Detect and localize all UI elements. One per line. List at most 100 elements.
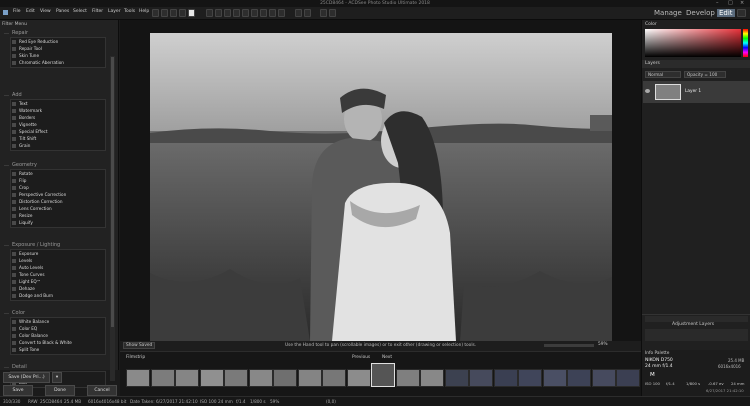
filter-item[interactable]: Chromatic Aberration bbox=[12, 60, 64, 65]
adjustment-layers-icons[interactable] bbox=[645, 329, 748, 341]
visibility-eye-icon[interactable] bbox=[645, 89, 650, 93]
undo-icon[interactable] bbox=[320, 9, 327, 17]
save-button[interactable]: Save bbox=[3, 385, 33, 396]
redo-icon[interactable] bbox=[329, 9, 336, 17]
menu-edit[interactable]: Edit bbox=[26, 9, 35, 14]
menu-panes[interactable]: Panes bbox=[56, 9, 69, 14]
filter-item[interactable]: Auto Levels bbox=[12, 265, 43, 270]
filter-item[interactable]: Flip bbox=[12, 178, 26, 183]
color-picker-field[interactable] bbox=[645, 29, 741, 57]
filter-item[interactable]: White Balance bbox=[12, 319, 49, 324]
filmstrip-thumbnail[interactable] bbox=[616, 369, 640, 387]
filter-item[interactable]: Exposure bbox=[12, 251, 38, 256]
color-swatch-icon[interactable] bbox=[188, 9, 195, 17]
move-tool-icon[interactable] bbox=[152, 9, 159, 17]
filter-item[interactable]: Liquify bbox=[12, 220, 33, 225]
category-5-label[interactable]: Detail bbox=[12, 364, 27, 370]
category-4-label[interactable]: Color bbox=[12, 310, 25, 316]
maximize-button[interactable]: □ bbox=[728, 0, 733, 7]
edited-photo[interactable] bbox=[150, 33, 612, 341]
rotate-tool-icon[interactable] bbox=[251, 9, 258, 17]
filter-item[interactable]: Tilt Shift bbox=[12, 136, 36, 141]
filter-item[interactable]: Resize bbox=[12, 213, 32, 218]
filmstrip-thumbnail[interactable] bbox=[199, 369, 224, 387]
filter-item[interactable]: Red Eye Reduction bbox=[12, 39, 58, 44]
filter-item[interactable]: Dodge and Burn bbox=[12, 293, 53, 298]
selection-tool-icon[interactable] bbox=[179, 9, 186, 17]
category-0-label[interactable]: Repair bbox=[12, 30, 28, 36]
magic-wand-icon[interactable] bbox=[170, 9, 177, 17]
filmstrip-thumbnail[interactable] bbox=[273, 369, 297, 387]
filter-item[interactable]: Vignette bbox=[12, 122, 37, 127]
text-tool-icon[interactable] bbox=[233, 9, 240, 17]
filmstrip-thumbnail[interactable] bbox=[567, 369, 591, 387]
show-saved-button[interactable]: Show Saved bbox=[123, 342, 156, 349]
filter-item[interactable]: Skin Tune bbox=[12, 53, 39, 58]
filmstrip-thumbnail[interactable] bbox=[346, 369, 371, 387]
zoom-tool-icon[interactable] bbox=[206, 9, 213, 17]
gradient-tool-icon[interactable] bbox=[260, 9, 267, 17]
tab-edit[interactable]: Edit bbox=[717, 9, 735, 17]
filmstrip-thumbnail[interactable] bbox=[150, 369, 175, 387]
zoom-slider[interactable] bbox=[544, 344, 594, 347]
category-3-label[interactable]: Exposure / Lighting bbox=[12, 242, 60, 248]
filmstrip-thumbnail[interactable] bbox=[518, 369, 542, 387]
filter-item[interactable]: Distortion Correction bbox=[12, 199, 63, 204]
filter-item[interactable]: Levels bbox=[12, 258, 32, 263]
menu-tools[interactable]: Tools bbox=[124, 9, 135, 14]
menu-filter[interactable]: Filter bbox=[92, 9, 103, 14]
filter-item[interactable]: Lens Correction bbox=[12, 206, 52, 211]
filter-item[interactable]: Split Tone bbox=[12, 347, 39, 352]
opacity-field[interactable]: Opacity = 100 bbox=[684, 71, 726, 78]
filmstrip-thumbnail[interactable] bbox=[542, 369, 567, 387]
filter-item[interactable]: Watermark bbox=[12, 108, 42, 113]
menu-select[interactable]: Select bbox=[73, 9, 87, 14]
hue-slider[interactable] bbox=[743, 29, 748, 57]
filmstrip-thumbnail[interactable] bbox=[420, 369, 444, 387]
shape-tool-icon[interactable] bbox=[269, 9, 276, 17]
filter-item[interactable]: Perspective Correction bbox=[12, 192, 66, 197]
filter-item[interactable]: Light EQ™ bbox=[12, 279, 41, 284]
crop-tool-icon[interactable] bbox=[242, 9, 249, 17]
menu-file[interactable]: File bbox=[13, 9, 21, 14]
tab-manage[interactable]: Manage bbox=[654, 9, 682, 17]
category-2-label[interactable]: Geometry bbox=[12, 162, 37, 168]
filter-item[interactable]: Color Balance bbox=[12, 333, 48, 338]
close-button[interactable]: × bbox=[740, 0, 744, 7]
filmstrip-thumbnail[interactable] bbox=[371, 363, 395, 387]
brush-tool-icon[interactable] bbox=[215, 9, 222, 17]
filmstrip-thumbnail[interactable] bbox=[469, 369, 493, 387]
tab-develop[interactable]: Develop bbox=[686, 9, 715, 17]
filmstrip-next-button[interactable]: Next bbox=[382, 355, 392, 360]
layer-tool-icon[interactable] bbox=[295, 9, 302, 17]
filter-item[interactable]: Grain bbox=[12, 143, 30, 148]
clone-tool-icon[interactable] bbox=[278, 9, 285, 17]
minimize-button[interactable]: – bbox=[716, 0, 719, 7]
filmstrip-thumbnail[interactable] bbox=[444, 369, 469, 387]
filter-item[interactable]: Dehaze bbox=[12, 286, 35, 291]
cancel-button[interactable]: Cancel bbox=[87, 385, 117, 396]
filmstrip-thumbnail[interactable] bbox=[591, 369, 616, 387]
filmstrip-thumbnail[interactable] bbox=[322, 369, 346, 387]
filter-item[interactable]: Convert to Black & White bbox=[12, 340, 72, 345]
done-button[interactable]: Done bbox=[45, 385, 75, 396]
save-dropdown-button[interactable]: ▾ bbox=[52, 372, 62, 383]
filmstrip-thumbnail[interactable] bbox=[175, 369, 199, 387]
filter-item[interactable]: Crop bbox=[12, 185, 29, 190]
filter-tool-icon[interactable] bbox=[304, 9, 311, 17]
filter-item[interactable]: Borders bbox=[12, 115, 35, 120]
filter-item[interactable]: Special Effect bbox=[12, 129, 47, 134]
hand-tool-icon[interactable] bbox=[161, 9, 168, 17]
menu-help[interactable]: Help bbox=[139, 9, 149, 14]
filmstrip-thumbnail[interactable] bbox=[395, 369, 420, 387]
filter-item[interactable]: Rotate bbox=[12, 171, 33, 176]
filter-item[interactable]: Text bbox=[12, 101, 27, 106]
layer-row[interactable]: Layer 1 bbox=[643, 81, 750, 103]
filter-item[interactable]: Color EQ bbox=[12, 326, 37, 331]
filmstrip-thumbnail[interactable] bbox=[493, 369, 518, 387]
filmstrip-thumbnail[interactable] bbox=[248, 369, 273, 387]
category-1-label[interactable]: Add bbox=[12, 92, 22, 98]
menu-view[interactable]: View bbox=[40, 9, 51, 14]
save-as-button[interactable]: Save (Dev Pri...) bbox=[3, 372, 50, 383]
filmstrip-thumbnail[interactable] bbox=[126, 369, 150, 387]
